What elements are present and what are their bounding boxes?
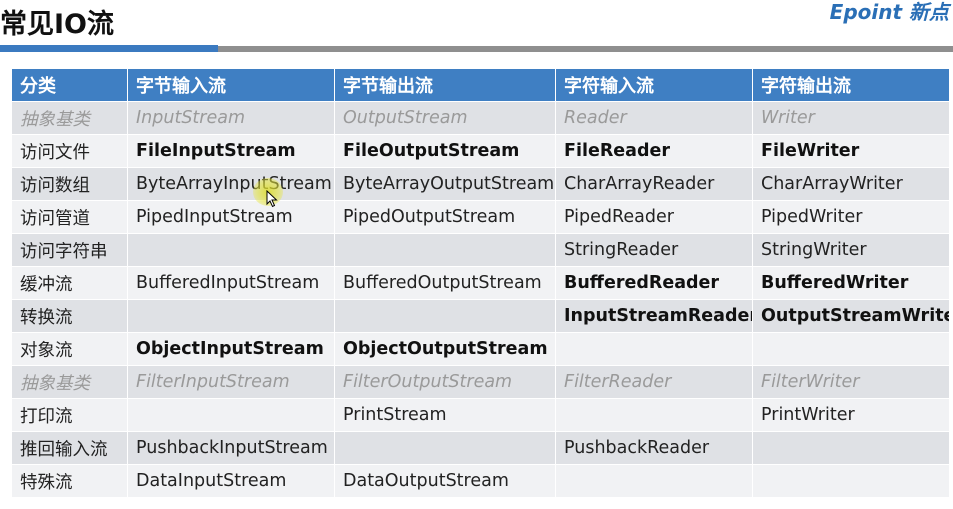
table-cell: CharArrayReader: [556, 168, 753, 201]
table-cell: [753, 432, 950, 465]
slide: 常见IO流 Epoint 新点 分类 字节输入流 字节输出流 字符输入流 字符输…: [0, 0, 953, 509]
table-cell: StringReader: [556, 234, 753, 267]
table-cell: ObjectInputStream: [128, 333, 335, 366]
table-cell: ByteArrayOutputStream: [335, 168, 556, 201]
io-stream-table: 分类 字节输入流 字节输出流 字符输入流 字符输出流 抽象基类 InputStre…: [12, 69, 950, 498]
table-row: 抽象基类 InputStream OutputStream Reader Writer: [12, 102, 950, 135]
table-cell: OutputStreamWriter: [753, 300, 950, 333]
table-cell: [753, 333, 950, 366]
brand-logo: Epoint 新点: [829, 0, 949, 24]
row-category-cell: 访问管道: [12, 201, 128, 234]
table-cell: FileInputStream: [128, 135, 335, 168]
table-cell: PipedReader: [556, 201, 753, 234]
table-row: 访问数组 ByteArrayInputStream ByteArrayOutputS…: [12, 168, 950, 201]
row-category-cell: 特殊流: [12, 465, 128, 498]
table-cell: ByteArrayInputStream: [128, 168, 335, 201]
table-cell: [556, 465, 753, 498]
table-cell: Writer: [753, 102, 950, 135]
table-cell: FileWriter: [753, 135, 950, 168]
row-category-cell: 转换流: [12, 300, 128, 333]
table-cell: BufferedWriter: [753, 267, 950, 300]
table-cell: PushbackInputStream: [128, 432, 335, 465]
table-cell: DataOutputStream: [335, 465, 556, 498]
table-row: 抽象基类 FilterInputStream FilterOutputStream F…: [12, 366, 950, 399]
title-rule-accent: [0, 45, 218, 52]
table-cell: StringWriter: [753, 234, 950, 267]
table-cell: FilterReader: [556, 366, 753, 399]
table-cell: FileOutputStream: [335, 135, 556, 168]
table-cell: FilterWriter: [753, 366, 950, 399]
table-cell: [335, 432, 556, 465]
table-cell: Reader: [556, 102, 753, 135]
table-row: 缓冲流 BufferedInputStream BufferedOutputStre…: [12, 267, 950, 300]
table-row: 转换流 InputStreamReader OutputStreamWriter: [12, 300, 950, 333]
table-row: 特殊流 DataInputStream DataOutputStream: [12, 465, 950, 498]
row-category-cell: 访问字符串: [12, 234, 128, 267]
table-cell: PushbackReader: [556, 432, 753, 465]
table-cell: FileReader: [556, 135, 753, 168]
table-cell: [128, 300, 335, 333]
table-cell: BufferedReader: [556, 267, 753, 300]
table-row: 推回输入流 PushbackInputStream PushbackReader: [12, 432, 950, 465]
row-category-cell: 抽象基类: [12, 366, 128, 399]
table-cell: FilterInputStream: [128, 366, 335, 399]
column-header: 字节输出流: [335, 69, 556, 102]
table-cell: BufferedInputStream: [128, 267, 335, 300]
table-cell: OutputStream: [335, 102, 556, 135]
table-cell: PipedWriter: [753, 201, 950, 234]
row-category-cell: 打印流: [12, 399, 128, 432]
table-cell: PipedInputStream: [128, 201, 335, 234]
table-cell: CharArrayWriter: [753, 168, 950, 201]
table-cell: [753, 465, 950, 498]
row-category-cell: 推回输入流: [12, 432, 128, 465]
page-title: 常见IO流: [0, 9, 114, 40]
row-category-cell: 缓冲流: [12, 267, 128, 300]
table-cell: PrintStream: [335, 399, 556, 432]
table-row: 对象流 ObjectInputStream ObjectOutputStream: [12, 333, 950, 366]
table-row: 访问文件 FileInputStream FileOutputStream FileR…: [12, 135, 950, 168]
table-header-row: 分类 字节输入流 字节输出流 字符输入流 字符输出流: [12, 69, 950, 102]
table-row: 访问字符串 StringReader StringWriter: [12, 234, 950, 267]
column-header: 分类: [12, 69, 128, 102]
table-cell: [335, 234, 556, 267]
row-category-cell: 抽象基类: [12, 102, 128, 135]
table-cell: DataInputStream: [128, 465, 335, 498]
table-cell: PipedOutputStream: [335, 201, 556, 234]
table-cell: [128, 399, 335, 432]
column-header: 字节输入流: [128, 69, 335, 102]
row-category-cell: 访问文件: [12, 135, 128, 168]
table-cell: PrintWriter: [753, 399, 950, 432]
table-cell: InputStreamReader: [556, 300, 753, 333]
table-cell: [128, 234, 335, 267]
table-row: 打印流 PrintStream PrintWriter: [12, 399, 950, 432]
table-cell: ObjectOutputStream: [335, 333, 556, 366]
table-cell: [556, 333, 753, 366]
column-header: 字符输入流: [556, 69, 753, 102]
row-category-cell: 对象流: [12, 333, 128, 366]
title-rule: [218, 46, 953, 52]
table-cell: FilterOutputStream: [335, 366, 556, 399]
table-cell: InputStream: [128, 102, 335, 135]
table-cell: BufferedOutputStream: [335, 267, 556, 300]
table-cell: [556, 399, 753, 432]
table-row: 访问管道 PipedInputStream PipedOutputStream Pip…: [12, 201, 950, 234]
column-header: 字符输出流: [753, 69, 950, 102]
table-cell: [335, 300, 556, 333]
table-body: 抽象基类 InputStream OutputStream Reader Writer 访…: [12, 102, 950, 498]
row-category-cell: 访问数组: [12, 168, 128, 201]
